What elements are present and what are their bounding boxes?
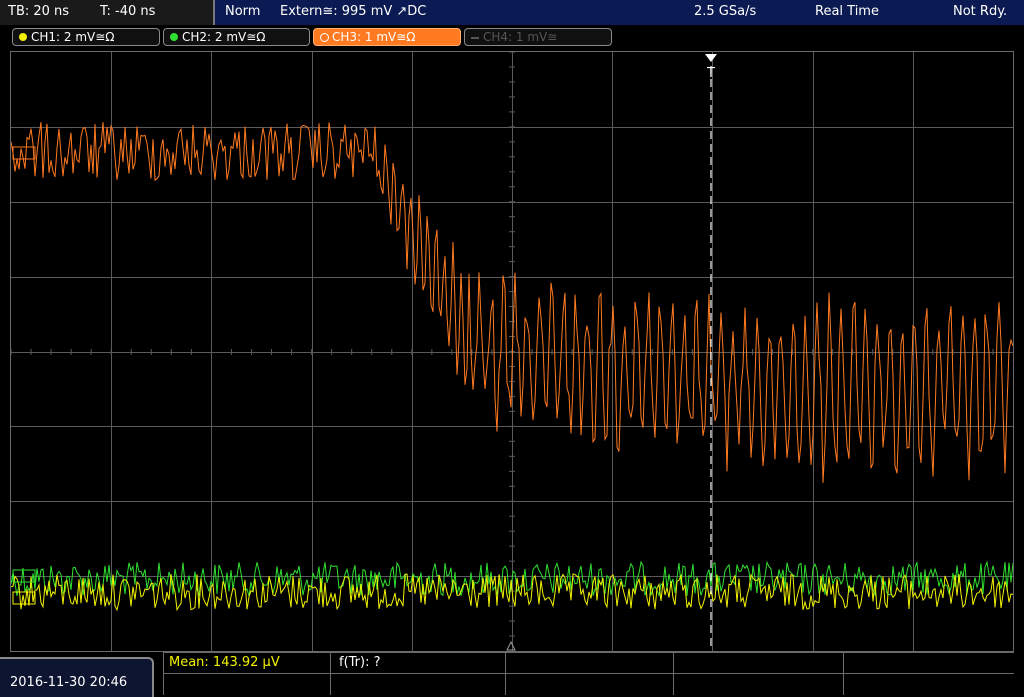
sample-rate-label: 2.5 GSa/s — [694, 4, 757, 19]
trigger-position-label[interactable]: T: -40 ns — [100, 4, 155, 19]
channel-4-indicator-icon — [471, 37, 479, 39]
status-bar: TB: 20 ns T: -40 ns Norm Extern≅: 995 mV… — [0, 0, 1024, 25]
waveform-plot[interactable]: T — [11, 52, 1013, 651]
acquisition-status-label: Not Rdy. — [953, 4, 1008, 19]
channel-4-button[interactable]: CH4: 1 mV≅ — [464, 28, 612, 46]
channel-3-label: CH3: 1 mV≅Ω — [332, 30, 416, 44]
channel-2-indicator-icon — [170, 33, 178, 41]
timebase-label[interactable]: TB: 20 ns — [8, 4, 69, 19]
channel-3-offset-icon[interactable] — [12, 146, 36, 160]
trigger-source-label[interactable]: Extern≅: 995 mV ↗DC — [280, 4, 426, 19]
trigger-arrow-icon — [705, 54, 717, 62]
datetime-panel: 2016-11-30 20:46 — [0, 657, 154, 697]
channel-1-label: CH1: 2 mV≅Ω — [31, 30, 115, 44]
measurement-grid — [163, 652, 1014, 695]
trigger-mode-label[interactable]: Norm — [225, 4, 260, 19]
channel-bar: CH1: 2 mV≅Ω CH2: 2 mV≅Ω CH3: 1 mV≅Ω CH4:… — [0, 26, 1024, 48]
trigger-frequency-measurement[interactable]: f(Tr): ? — [339, 655, 381, 670]
waveform-display[interactable]: T — [10, 51, 1014, 652]
channel-1-indicator-icon — [19, 33, 27, 41]
measurement-table[interactable]: Mean: 143.92 µV f(Tr): ? — [163, 652, 1014, 695]
timebase-panel[interactable]: TB: 20 ns T: -40 ns — [0, 0, 215, 25]
channel-4-label: CH4: 1 mV≅ — [483, 30, 558, 44]
acquisition-mode-label[interactable]: Real Time — [815, 4, 879, 19]
datetime-label: 2016-11-30 20:46 — [10, 675, 128, 690]
channel-2-button[interactable]: CH2: 2 mV≅Ω — [163, 28, 310, 46]
channel-3-button[interactable]: CH3: 1 mV≅Ω — [313, 28, 461, 46]
mean-measurement[interactable]: Mean: 143.92 µV — [169, 655, 280, 670]
trigger-marker-label: T — [706, 66, 715, 81]
time-reference-icon — [506, 640, 516, 651]
channel-1-button[interactable]: CH1: 2 mV≅Ω — [12, 28, 160, 46]
channel-offset-markers — [12, 146, 36, 605]
channel-3-indicator-icon — [320, 33, 329, 42]
channel-2-label: CH2: 2 mV≅Ω — [182, 30, 266, 44]
